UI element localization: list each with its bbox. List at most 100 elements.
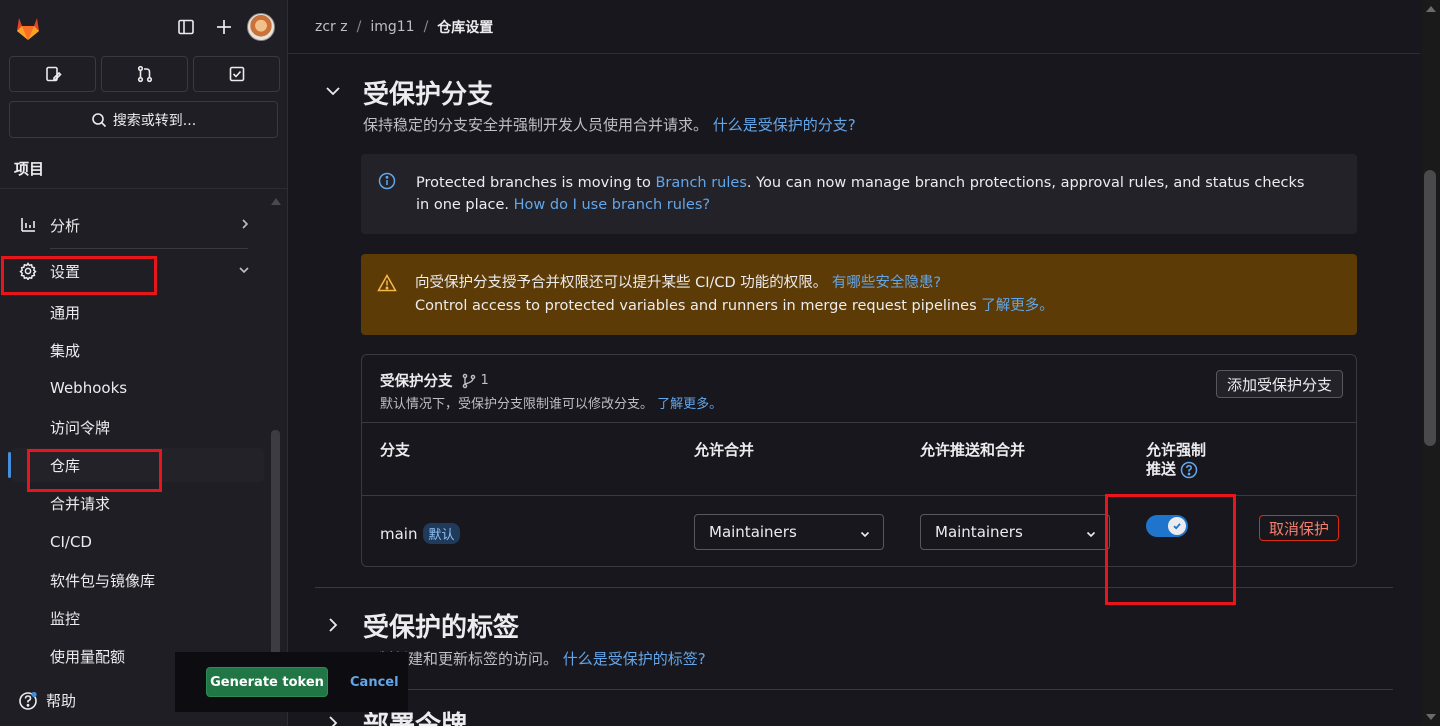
what-are-protected-branches-link[interactable]: 什么是受保护的分支?	[713, 116, 856, 134]
expand-deploy-tokens-icon[interactable]	[324, 714, 342, 726]
search-label: 搜索或转到...	[112, 112, 197, 129]
protected-tags-title: 受保护的标签	[363, 613, 520, 643]
gear-icon	[18, 262, 38, 280]
branch-name[interactable]: main	[380, 525, 417, 543]
question-icon[interactable]	[1180, 461, 1198, 479]
section-label: 项目	[14, 160, 45, 178]
active-item-indicator	[8, 452, 11, 478]
protected-tags-description: 限制创建和更新标签的访问。 什么是受保护的标签?	[363, 650, 706, 668]
expand-protected-tags-icon[interactable]	[324, 616, 342, 638]
branch-count: 1	[461, 373, 489, 389]
sidebar-subitem-packages-registries[interactable]: 软件包与镜像库	[50, 564, 155, 596]
breadcrumb-item-current[interactable]: 仓库设置	[437, 17, 493, 37]
help-label: 帮助	[46, 692, 77, 710]
main-scrollbar[interactable]	[1422, 0, 1440, 726]
table-row: main 默认	[380, 523, 460, 544]
sidebar-divider	[0, 188, 287, 189]
sidebar-item-label: 分析	[50, 216, 81, 235]
column-header-force-push: 允许强制 推送	[1146, 441, 1207, 479]
merge-requests-button[interactable]	[101, 56, 188, 92]
sidebar-subitem-cicd[interactable]: CI/CD	[50, 526, 92, 558]
search-button[interactable]: 搜索或转到...	[9, 101, 278, 138]
chevron-down-icon	[859, 526, 871, 544]
what-are-protected-tags-link[interactable]: 什么是受保护的标签?	[563, 650, 706, 668]
add-protected-branch-button[interactable]: 添加受保护分支	[1215, 370, 1343, 398]
sidebar-item-analytics[interactable]: 分析	[0, 208, 262, 242]
protected-branches-card: 受保护分支 1 默认情况下，受保护分支限制谁可以修改分支。 了解更多。 添加受保…	[361, 354, 1357, 567]
info-icon	[378, 172, 396, 194]
issues-icon	[45, 66, 62, 82]
sidebar-subitem-merge-requests[interactable]: 合并请求	[50, 487, 110, 519]
breadcrumb-item-project[interactable]: img11	[370, 19, 414, 35]
info-alert-text: Protected branches is moving to Branch r…	[416, 175, 1305, 213]
breadcrumb: zcr z / img11 / 仓库设置	[288, 0, 1420, 54]
protected-branches-description: 保持稳定的分支安全并强制开发人员使用合并请求。 什么是受保护的分支?	[363, 116, 856, 134]
user-avatar[interactable]	[247, 13, 275, 41]
breadcrumb-item-user[interactable]: zcr z	[315, 19, 348, 35]
sidebar-subitem-general[interactable]: 通用	[50, 296, 80, 328]
todo-button[interactable]	[193, 56, 280, 92]
help-button[interactable]: 帮助	[18, 690, 76, 711]
plus-icon[interactable]	[209, 12, 239, 42]
protected-branches-title: 受保护分支	[363, 80, 494, 110]
check-icon	[1173, 523, 1181, 530]
search-icon	[92, 112, 106, 127]
section-divider	[315, 689, 1393, 690]
toggle-sidebar-icon[interactable]	[171, 12, 201, 42]
main-scrollbar-thumb[interactable]	[1424, 170, 1436, 446]
sidebar-scrollbar-thumb[interactable]	[271, 430, 280, 660]
branch-icon	[462, 373, 475, 388]
chart-icon	[18, 217, 38, 233]
sidebar-subitem-integrations[interactable]: 集成	[50, 334, 80, 366]
chevron-right-icon	[240, 218, 250, 233]
main-content: zcr z / img11 / 仓库设置 受保护分支 保持稳定的分支安全并强制开…	[288, 0, 1420, 726]
column-header-branch: 分支	[380, 441, 411, 459]
sidebar-item-label: 设置	[50, 262, 81, 281]
info-alert: Protected branches is moving to Branch r…	[361, 154, 1357, 234]
issues-button[interactable]	[9, 56, 96, 92]
warning-icon	[377, 273, 397, 296]
cancel-button[interactable]: Cancel	[350, 675, 399, 690]
sidebar-subitem-webhooks[interactable]: Webhooks	[50, 372, 127, 404]
allowed-to-push-dropdown[interactable]: Maintainers	[920, 514, 1110, 550]
allowed-to-merge-dropdown[interactable]: Maintainers	[694, 514, 884, 550]
warning-alert: 向受保护分支授予合并权限还可以提升某些 CI/CD 功能的权限。 有哪些安全隐患…	[361, 254, 1357, 335]
chevron-down-icon	[1085, 526, 1097, 544]
sidebar-subitem-usage-quotas[interactable]: 使用量配额	[50, 640, 125, 672]
how-to-use-branch-rules-link[interactable]: How do I use branch rules?	[514, 197, 710, 213]
sidebar: 搜索或转到... 项目 分析 设置 通用 集成 Webhooks 访问令牌 仓库…	[0, 0, 288, 726]
branch-rules-link[interactable]: Branch rules	[655, 175, 746, 191]
card-header: 受保护分支 1 默认情况下，受保护分支限制谁可以修改分支。 了解更多。 添加受保…	[362, 355, 1356, 423]
column-header-allowed-to-merge: 允许合并	[694, 441, 755, 459]
force-push-toggle[interactable]	[1146, 515, 1188, 537]
section-divider	[315, 587, 1393, 588]
sidebar-subitem-repository[interactable]: 仓库	[50, 449, 80, 481]
toggle-knob	[1168, 517, 1186, 535]
collapse-protected-branches-icon[interactable]	[324, 82, 342, 104]
warning-alert-text: 向受保护分支授予合并权限还可以提升某些 CI/CD 功能的权限。 有哪些安全隐患…	[415, 275, 1054, 314]
token-popover: Generate token Cancel	[175, 652, 408, 712]
nav-separator	[50, 248, 248, 249]
card-subtitle: 默认情况下，受保护分支限制谁可以修改分支。 了解更多。	[380, 397, 723, 412]
row-separator	[362, 495, 1356, 496]
sidebar-subitem-monitor[interactable]: 监控	[50, 602, 80, 634]
help-icon	[19, 691, 37, 710]
security-implications-link[interactable]: 有哪些安全隐患?	[832, 275, 941, 291]
breadcrumb-separator: /	[423, 18, 429, 35]
merge-request-icon	[137, 65, 152, 83]
sidebar-top-row	[10, 10, 277, 46]
sidebar-subitem-access-tokens[interactable]: 访问令牌	[50, 411, 110, 443]
sidebar-scrollbar[interactable]	[270, 196, 281, 660]
card-learn-more-link[interactable]: 了解更多。	[657, 397, 722, 412]
breadcrumb-separator: /	[356, 18, 362, 35]
card-title: 受保护分支 1	[380, 373, 489, 390]
default-badge: 默认	[423, 523, 460, 544]
chevron-down-icon	[238, 264, 250, 278]
column-header-allowed-to-push: 允许推送和合并	[920, 441, 1026, 459]
sidebar-item-settings[interactable]: 设置	[0, 254, 262, 288]
generate-token-button[interactable]: Generate token	[206, 667, 328, 697]
todo-icon	[229, 66, 244, 82]
learn-more-link[interactable]: 了解更多。	[981, 298, 1054, 314]
unprotect-button[interactable]: 取消保护	[1258, 515, 1339, 541]
gitlab-logo-icon[interactable]	[12, 12, 44, 44]
